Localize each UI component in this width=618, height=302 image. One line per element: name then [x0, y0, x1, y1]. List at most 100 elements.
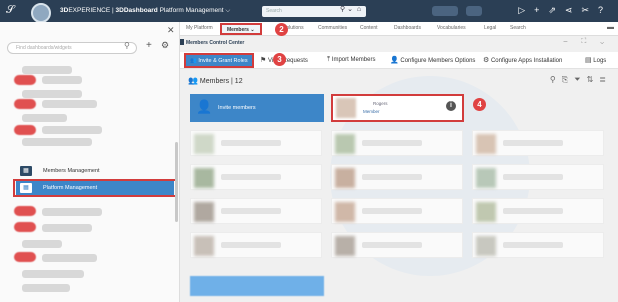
upload-icon: ⤒ — [327, 56, 331, 63]
user-chip[interactable] — [432, 6, 458, 16]
member-card[interactable] — [190, 130, 322, 156]
widget-title: Members Control Center — [186, 40, 245, 46]
tab-vocabularies[interactable]: Vocabularies — [437, 25, 466, 31]
list-item[interactable] — [42, 76, 82, 84]
member-card[interactable] — [472, 198, 604, 224]
top-bar: 𝒮 3DEXPERIENCE | 3DDashboard Platform Ma… — [0, 0, 618, 23]
configure-apps-label: Configure Apps Installation — [490, 58, 563, 64]
list-item[interactable] — [14, 206, 36, 216]
add-dashboard-icon[interactable]: + — [146, 40, 152, 51]
list-item[interactable] — [22, 90, 82, 98]
member-card[interactable] — [472, 232, 604, 258]
configure-members-options-button[interactable]: 👤 Configure Members Options — [390, 56, 475, 64]
list-item[interactable] — [14, 252, 36, 262]
list-view-icon[interactable]: ≣ — [599, 75, 612, 84]
tab-search[interactable]: Search — [510, 25, 526, 31]
list-item[interactable] — [22, 114, 67, 122]
list-item[interactable] — [42, 254, 97, 262]
tab-legal[interactable]: Legal — [484, 25, 496, 31]
add-user-icon: 👥 — [190, 58, 197, 64]
list-item[interactable] — [14, 222, 36, 232]
member-card[interactable] — [331, 232, 463, 258]
avatar — [335, 202, 355, 222]
info-icon[interactable]: i — [446, 101, 456, 111]
list-item[interactable] — [14, 99, 36, 109]
add-user-icon: 👤 — [196, 99, 213, 114]
members-options-icon: 👤 — [390, 57, 399, 64]
search-icon[interactable]: ⚲ — [124, 41, 130, 50]
list-item[interactable] — [42, 126, 102, 134]
brand-light: EXPERIENCE | — [68, 7, 116, 14]
list-item[interactable] — [22, 240, 62, 248]
member-name — [503, 208, 563, 214]
tab-communities[interactable]: Communities — [318, 25, 347, 31]
logs-icon: ▤ — [585, 57, 592, 64]
member-card[interactable] — [190, 164, 322, 190]
member-name: Rogers — [373, 101, 388, 106]
chevron-down-icon[interactable]: ⌵ — [225, 7, 230, 14]
3ds-logo-icon[interactable]: 𝒮 — [6, 4, 22, 18]
avatar — [194, 134, 214, 154]
member-card[interactable] — [472, 130, 604, 156]
members-icon: ▦ — [20, 166, 32, 176]
action-bar: 👥 Invite & Grant Roles ⚑ View Requests ⤒… — [180, 52, 618, 69]
comment-icon[interactable]: ▬ — [607, 24, 614, 31]
dashboard-search-input[interactable]: Find dashboards/widgets — [7, 42, 137, 54]
tab-content[interactable]: Content — [360, 25, 378, 31]
list-item[interactable] — [42, 100, 97, 108]
member-card[interactable] — [472, 164, 604, 190]
list-item[interactable] — [14, 125, 36, 135]
import-members-button[interactable]: ⤒ Import Members — [327, 56, 375, 64]
configure-apps-button[interactable]: ⚙ Configure Apps Installation — [483, 56, 562, 64]
avatar — [194, 202, 214, 222]
tab-members-label: Members — [227, 27, 249, 33]
list-item[interactable] — [190, 276, 324, 296]
member-card[interactable] — [331, 130, 463, 156]
member-card[interactable] — [331, 198, 463, 224]
scrollbar[interactable] — [175, 142, 178, 222]
search-icon[interactable]: ⚲ ⌄ ⌂ — [340, 5, 361, 13]
sidebar-item-members-management[interactable]: ▦ Members Management — [16, 164, 174, 178]
list-item[interactable] — [14, 75, 36, 85]
list-tools[interactable]: ⚲⎘⏷⇅≣ — [550, 75, 612, 85]
tab-members[interactable]: Members ⌄ — [220, 23, 262, 35]
list-item[interactable] — [22, 66, 72, 74]
logs-button[interactable]: ▤ Logs — [585, 56, 606, 64]
avatar — [335, 168, 355, 188]
tab-bar: My Platform Members ⌄ Solutions Communit… — [180, 22, 618, 36]
window-controls[interactable]: – ⛶ ⌄ — [564, 38, 610, 46]
invite-members-card[interactable]: 👤 Invite members — [190, 94, 324, 122]
member-card[interactable] — [190, 198, 322, 224]
app-title[interactable]: 3DEXPERIENCE | 3DDashboard Platform Mana… — [60, 7, 230, 15]
invite-grant-roles-button[interactable]: 👥 Invite & Grant Roles — [184, 53, 254, 68]
member-name — [221, 242, 281, 248]
tab-my-platform[interactable]: My Platform — [186, 25, 213, 31]
avatar — [476, 134, 496, 154]
member-card[interactable] — [331, 164, 463, 190]
members-count: 👥 Members | 12 — [188, 76, 243, 85]
filter-icon[interactable]: ⏷ — [574, 75, 586, 84]
gear-icon[interactable]: ⚙ — [161, 40, 169, 51]
tab-dashboards[interactable]: Dashboards — [394, 25, 421, 31]
member-name — [362, 174, 422, 180]
top-actions[interactable]: ▷+⇗⋖✂? — [518, 5, 612, 16]
list-item[interactable] — [42, 224, 92, 232]
member-card[interactable] — [190, 232, 322, 258]
list-item[interactable] — [22, 284, 70, 292]
user-avatar[interactable] — [466, 6, 482, 16]
members-count-label: Members | 12 — [199, 78, 243, 85]
member-name — [221, 140, 281, 146]
compass-icon[interactable] — [31, 3, 51, 23]
export-icon[interactable]: ⎘ — [562, 75, 574, 84]
list-item[interactable] — [22, 138, 92, 146]
close-icon[interactable]: ✕ — [167, 25, 175, 36]
member-card[interactable]: Rogers Member i — [331, 94, 464, 122]
sort-icon[interactable]: ⇅ — [587, 75, 600, 84]
member-name — [362, 140, 422, 146]
brand-app: 3DDashboard — [115, 7, 158, 14]
avatar — [194, 168, 214, 188]
list-item[interactable] — [42, 208, 102, 216]
list-item[interactable] — [22, 270, 84, 278]
search-icon[interactable]: ⚲ — [550, 75, 562, 84]
widget-icon — [180, 39, 184, 45]
